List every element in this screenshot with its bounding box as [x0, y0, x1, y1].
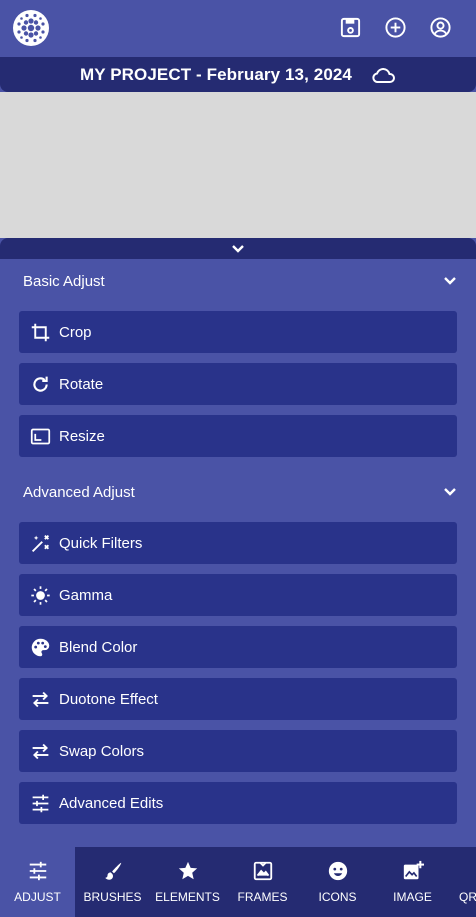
section-advanced-adjust[interactable]: Advanced Adjust	[23, 480, 457, 504]
section-title: Basic Adjust	[23, 272, 105, 290]
panel-collapse-handle[interactable]	[0, 238, 476, 259]
nav-label: IMAGE	[393, 890, 432, 904]
nav-label: ELEMENTS	[155, 890, 220, 904]
section-title: Advanced Adjust	[23, 483, 135, 501]
account-icon[interactable]	[429, 16, 452, 39]
save-icon[interactable]	[339, 16, 362, 39]
bottom-nav: ADJUST BRUSHES ELEMENTS FRAMES ICONS IMA…	[0, 847, 476, 917]
item-label: Swap Colors	[59, 742, 145, 760]
add-circle-icon[interactable]	[384, 16, 407, 39]
rotate-icon	[33, 376, 48, 392]
section-basic-adjust[interactable]: Basic Adjust	[23, 269, 457, 293]
nav-label: ADJUST	[14, 890, 61, 904]
item-label: Blend Color	[59, 638, 138, 656]
cloud-icon[interactable]	[370, 64, 396, 86]
item-label: Gamma	[59, 586, 113, 604]
swap-colors-button[interactable]: Swap Colors	[19, 730, 457, 772]
item-label: Duotone Effect	[59, 690, 158, 708]
nav-elements[interactable]: ELEMENTS	[150, 847, 225, 917]
image-canvas[interactable]	[0, 92, 476, 238]
brush-icon	[104, 862, 121, 880]
swap-horizontal-icon	[32, 691, 49, 707]
app-logo-icon[interactable]	[13, 10, 49, 46]
tune-icon	[29, 861, 46, 881]
nav-brushes[interactable]: BRUSHES	[75, 847, 150, 917]
nav-frames[interactable]: FRAMES	[225, 847, 300, 917]
adjust-panel: Basic Adjust Crop Rotate Resize Advanced…	[0, 259, 476, 847]
nav-label: QR	[459, 890, 476, 904]
crop-icon	[31, 323, 50, 341]
smiley-icon	[328, 861, 347, 881]
gamma-button[interactable]: Gamma	[19, 574, 457, 616]
duotone-effect-button[interactable]: Duotone Effect	[19, 678, 457, 720]
nav-label: BRUSHES	[83, 890, 142, 904]
item-label: Quick Filters	[59, 534, 143, 552]
project-title[interactable]: MY PROJECT - February 13, 2024	[80, 65, 352, 85]
star-icon	[178, 861, 197, 880]
nav-adjust[interactable]: ADJUST	[0, 847, 75, 917]
nav-label: ICONS	[318, 890, 357, 904]
frame-icon	[253, 861, 272, 881]
add-image-icon	[403, 860, 424, 880]
top-bar	[0, 0, 476, 57]
quick-filters-button[interactable]: Quick Filters	[19, 522, 457, 564]
swap-horizontal-icon	[32, 743, 49, 759]
palette-icon	[31, 638, 50, 656]
nav-icons[interactable]: ICONS	[300, 847, 375, 917]
chevron-down-icon	[232, 244, 244, 253]
nav-image[interactable]: IMAGE	[375, 847, 450, 917]
chevron-down-icon	[444, 488, 456, 496]
item-label: Rotate	[59, 375, 104, 393]
nav-label: FRAMES	[237, 890, 288, 904]
chevron-down-icon	[444, 277, 456, 285]
magic-wand-icon	[31, 534, 50, 552]
tune-icon	[32, 794, 49, 812]
resize-icon	[30, 428, 51, 444]
rotate-button[interactable]: Rotate	[19, 363, 457, 405]
blend-color-button[interactable]: Blend Color	[19, 626, 457, 668]
nav-qr[interactable]: QR	[450, 847, 476, 917]
item-label: Advanced Edits	[59, 794, 164, 812]
crop-button[interactable]: Crop	[19, 311, 457, 353]
item-label: Crop	[59, 323, 92, 341]
item-label: Resize	[59, 427, 105, 445]
advanced-edits-button[interactable]: Advanced Edits	[19, 782, 457, 824]
project-title-bar: MY PROJECT - February 13, 2024	[0, 57, 476, 92]
resize-button[interactable]: Resize	[19, 415, 457, 457]
sun-icon	[31, 585, 50, 605]
